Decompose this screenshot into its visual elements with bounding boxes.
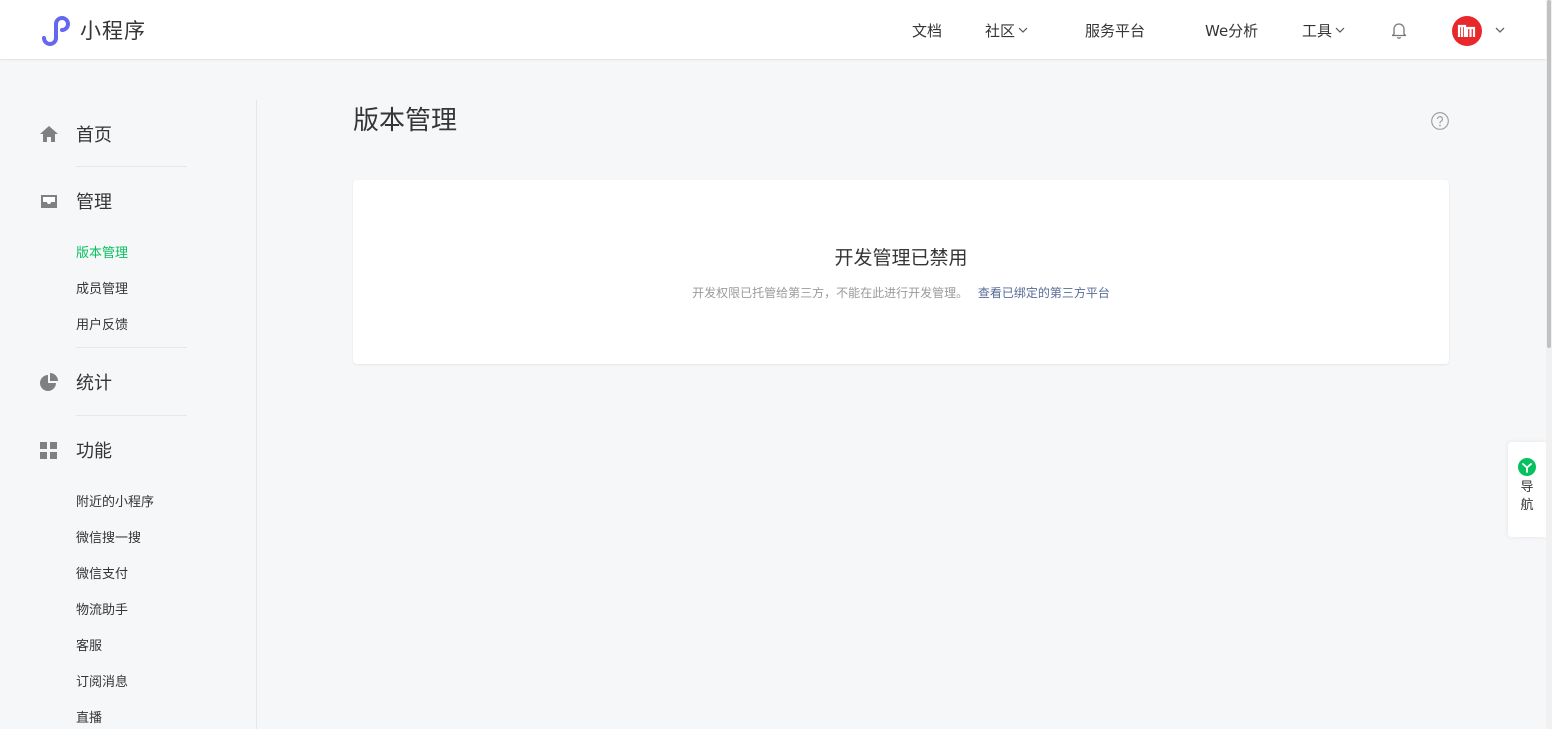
- status-card: 开发管理已禁用 开发权限已托管给第三方，不能在此进行开发管理。 查看已绑定的第三…: [353, 180, 1449, 364]
- sidebar-section-manage: 管理: [38, 189, 112, 213]
- sidebar-item-stats[interactable]: 统计: [38, 370, 112, 394]
- bell-icon[interactable]: [1389, 20, 1409, 40]
- nav-community[interactable]: 社区: [985, 0, 1028, 60]
- chevron-down-icon[interactable]: [1494, 25, 1506, 35]
- floating-nav-label-text: 导航: [1520, 480, 1534, 513]
- top-bar: 小程序 文档 社区 服务平台 We分析 工具: [0, 0, 1546, 60]
- home-icon: [40, 126, 58, 142]
- sidebar-section-features: 功能: [38, 438, 112, 462]
- floating-nav-label: 导航: [1508, 479, 1546, 515]
- sidebar-manage-label: 管理: [76, 192, 112, 213]
- sidebar-item-nearby-miniprogram[interactable]: 附近的小程序: [76, 491, 154, 510]
- card-description: 开发权限已托管给第三方，不能在此进行开发管理。 查看已绑定的第三方平台: [353, 284, 1449, 301]
- sidebar-item-home[interactable]: 首页: [38, 122, 112, 146]
- nav-compass-icon: [1518, 458, 1536, 476]
- chevron-down-icon: [1018, 27, 1028, 33]
- sidebar-divider: [76, 166, 187, 167]
- nav-docs[interactable]: 文档: [912, 0, 942, 60]
- avatar-logo-icon: [1457, 24, 1476, 37]
- sidebar-item-wechat-pay[interactable]: 微信支付: [76, 563, 128, 582]
- sidebar-item-version-manage[interactable]: 版本管理: [76, 242, 128, 261]
- sidebar-item-subscribe-message[interactable]: 订阅消息: [76, 671, 128, 690]
- sidebar-features-label: 功能: [76, 441, 112, 462]
- sidebar-item-logistics[interactable]: 物流助手: [76, 599, 128, 618]
- sidebar-stats-label: 统计: [76, 373, 112, 394]
- chevron-down-icon: [1335, 27, 1345, 33]
- card-title: 开发管理已禁用: [834, 247, 968, 269]
- scrollbar-thumb[interactable]: [1547, 0, 1551, 348]
- sidebar-border: [256, 100, 257, 729]
- brand-name: 小程序: [80, 19, 146, 43]
- avatar[interactable]: [1452, 16, 1482, 46]
- mini-program-logo-icon: [42, 16, 70, 46]
- sidebar-home-label: 首页: [76, 125, 112, 146]
- help-icon[interactable]: [1430, 111, 1450, 131]
- view-bound-third-party-link[interactable]: 查看已绑定的第三方平台: [978, 286, 1110, 300]
- pie-chart-icon: [40, 373, 58, 391]
- nav-we-analysis[interactable]: We分析: [1205, 0, 1258, 60]
- nav-service-platform[interactable]: 服务平台: [1085, 0, 1145, 60]
- nav-tools-label: 工具: [1302, 21, 1333, 40]
- sidebar-item-member-manage[interactable]: 成员管理: [76, 278, 128, 297]
- inbox-icon: [41, 195, 57, 208]
- page-title: 版本管理: [353, 106, 458, 136]
- sidebar-item-user-feedback[interactable]: 用户反馈: [76, 314, 128, 333]
- brand[interactable]: 小程序: [38, 14, 146, 46]
- nav-tools[interactable]: 工具: [1302, 0, 1345, 60]
- card-description-text: 开发权限已托管给第三方，不能在此进行开发管理。: [692, 286, 969, 300]
- grid-icon: [40, 442, 57, 459]
- sidebar-item-live[interactable]: 直播: [76, 707, 102, 726]
- sidebar-divider: [76, 347, 187, 348]
- floating-nav-button[interactable]: 导航: [1508, 442, 1546, 537]
- sidebar-divider: [76, 415, 187, 416]
- nav-community-label: 社区: [985, 21, 1016, 40]
- sidebar-item-wechat-search[interactable]: 微信搜一搜: [76, 527, 141, 546]
- sidebar-item-customer-service[interactable]: 客服: [76, 635, 102, 654]
